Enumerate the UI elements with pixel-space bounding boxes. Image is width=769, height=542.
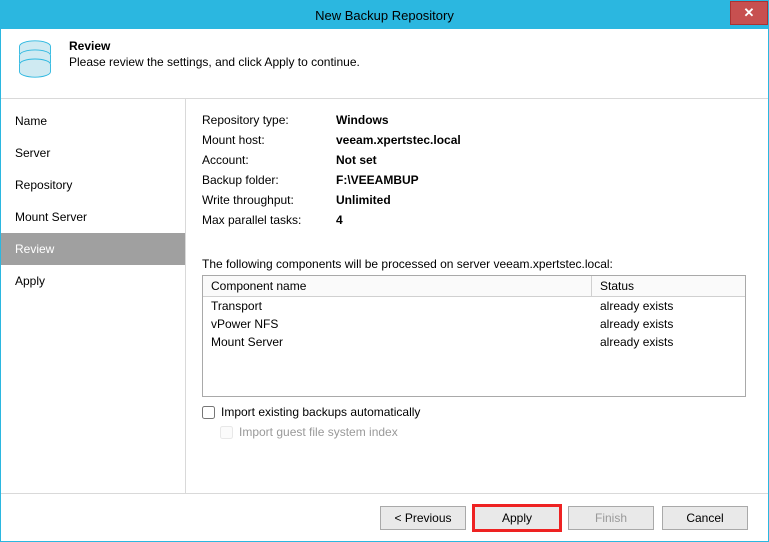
previous-button[interactable]: < Previous xyxy=(380,506,466,530)
component-name: vPower NFS xyxy=(203,315,592,333)
col-header-spacer xyxy=(727,276,745,297)
wizard-footer: < Previous Apply Finish Cancel xyxy=(1,493,768,541)
import-index-label: Import guest file system index xyxy=(239,425,398,439)
max-parallel-value: 4 xyxy=(336,213,746,227)
repo-type-label: Repository type: xyxy=(202,113,336,127)
sidebar-item-name[interactable]: Name xyxy=(1,105,185,137)
import-backups-row[interactable]: Import existing backups automatically xyxy=(202,405,746,419)
mount-host-label: Mount host: xyxy=(202,133,336,147)
table-row: Transport already exists xyxy=(203,297,745,315)
mount-host-value: veeam.xpertstec.local xyxy=(336,133,746,147)
col-header-name[interactable]: Component name xyxy=(203,276,592,297)
component-name: Mount Server xyxy=(203,333,592,351)
component-status: already exists xyxy=(592,333,745,351)
write-throughput-value: Unlimited xyxy=(336,193,746,207)
repository-icon xyxy=(15,39,55,79)
import-backups-checkbox[interactable] xyxy=(202,406,215,419)
table-row: Mount Server already exists xyxy=(203,333,745,351)
account-label: Account: xyxy=(202,153,336,167)
component-status: already exists xyxy=(592,315,745,333)
close-icon: ✕ xyxy=(744,5,755,21)
sidebar-item-review[interactable]: Review xyxy=(1,233,185,265)
wizard-body: Name Server Repository Mount Server Revi… xyxy=(1,99,768,493)
backup-folder-label: Backup folder: xyxy=(202,173,336,187)
component-status: already exists xyxy=(592,297,745,315)
sidebar-item-repository[interactable]: Repository xyxy=(1,169,185,201)
titlebar: New Backup Repository ✕ xyxy=(1,1,768,29)
components-intro: The following components will be process… xyxy=(202,257,746,271)
wizard-header: Review Please review the settings, and c… xyxy=(1,29,768,99)
finish-button: Finish xyxy=(568,506,654,530)
header-title: Review xyxy=(69,39,360,53)
sidebar-item-apply[interactable]: Apply xyxy=(1,265,185,297)
components-table: Component name Status Transport already … xyxy=(202,275,746,397)
cancel-button[interactable]: Cancel xyxy=(662,506,748,530)
table-row: vPower NFS already exists xyxy=(203,315,745,333)
backup-folder-value: F:\VEEAMBUP xyxy=(336,173,746,187)
import-backups-label: Import existing backups automatically xyxy=(221,405,420,419)
import-index-row: Import guest file system index xyxy=(220,425,746,439)
content-panel: Repository type: Windows Mount host: vee… xyxy=(186,99,768,493)
review-details: Repository type: Windows Mount host: vee… xyxy=(202,113,746,227)
wizard-sidebar: Name Server Repository Mount Server Revi… xyxy=(1,99,186,493)
header-subtitle: Please review the settings, and click Ap… xyxy=(69,55,360,69)
component-name: Transport xyxy=(203,297,592,315)
col-header-status[interactable]: Status xyxy=(592,276,727,297)
apply-button[interactable]: Apply xyxy=(474,506,560,530)
wizard-window: New Backup Repository ✕ Review Please re… xyxy=(0,0,769,542)
header-text: Review Please review the settings, and c… xyxy=(69,39,360,69)
repo-type-value: Windows xyxy=(336,113,746,127)
import-index-checkbox xyxy=(220,426,233,439)
account-value: Not set xyxy=(336,153,746,167)
sidebar-item-server[interactable]: Server xyxy=(1,137,185,169)
window-title: New Backup Repository xyxy=(315,8,454,23)
max-parallel-label: Max parallel tasks: xyxy=(202,213,336,227)
table-header: Component name Status xyxy=(203,276,745,297)
write-throughput-label: Write throughput: xyxy=(202,193,336,207)
close-button[interactable]: ✕ xyxy=(730,1,768,25)
sidebar-item-mount-server[interactable]: Mount Server xyxy=(1,201,185,233)
